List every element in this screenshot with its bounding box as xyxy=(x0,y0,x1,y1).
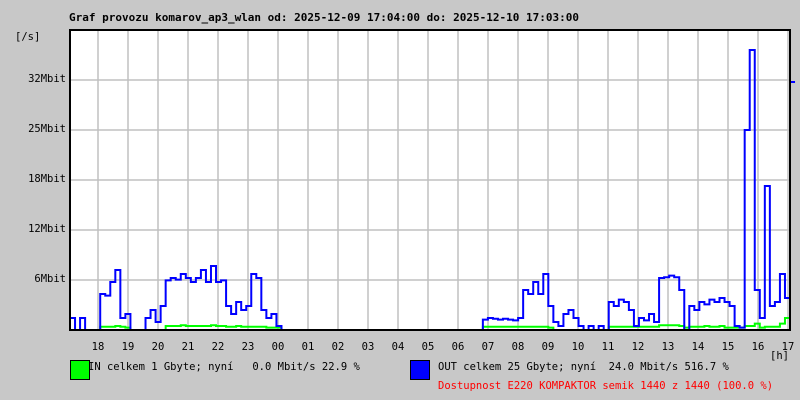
x-tick-label: 07 xyxy=(481,341,495,353)
x-tick-label: 21 xyxy=(181,341,195,353)
x-tick-label: 19 xyxy=(121,341,135,353)
x-tick-label: 03 xyxy=(361,341,375,353)
x-tick-label: 01 xyxy=(301,341,315,353)
x-tick-label: 22 xyxy=(211,341,225,353)
x-tick-label: 20 xyxy=(151,341,165,353)
legend-out-swatch xyxy=(410,360,430,380)
x-tick-label: 00 xyxy=(271,341,285,353)
y-tick-label: 25Mbit xyxy=(28,123,66,135)
x-tick-label: 15 xyxy=(721,341,735,353)
x-tick-label: 11 xyxy=(601,341,615,353)
x-tick-label: 08 xyxy=(511,341,525,353)
x-tick-label: 23 xyxy=(241,341,255,353)
x-tick-label: 04 xyxy=(391,341,405,353)
x-tick-label: 02 xyxy=(331,341,345,353)
legend-out-text: OUT celkem 25 Gbyte; nyní 24.0 Mbit/s 51… xyxy=(438,361,729,373)
y-tick-label: 12Mbit xyxy=(28,223,66,235)
x-tick-label: 14 xyxy=(691,341,705,353)
y-tick-label: 18Mbit xyxy=(28,173,66,185)
x-tick-label: 12 xyxy=(631,341,645,353)
legend-in-swatch xyxy=(70,360,90,380)
x-tick-label: 09 xyxy=(541,341,555,353)
x-tick-label: 18 xyxy=(91,341,105,353)
x-tick-label: 05 xyxy=(421,341,435,353)
x-tick-label: 17 xyxy=(781,341,795,353)
x-tick-label: 10 xyxy=(571,341,585,353)
traffic-chart xyxy=(69,29,796,331)
availability-text: Dostupnost E220 KOMPAKTOR semik 1440 z 1… xyxy=(438,380,774,392)
y-tick-label: 32Mbit xyxy=(28,73,66,85)
legend-in-text: IN celkem 1 Gbyte; nyní 0.0 Mbit/s 22.9 … xyxy=(88,361,360,373)
x-tick-label: 13 xyxy=(661,341,675,353)
y-tick-label: 6Mbit xyxy=(34,273,66,285)
x-tick-label: 16 xyxy=(751,341,765,353)
x-tick-label: 06 xyxy=(451,341,465,353)
